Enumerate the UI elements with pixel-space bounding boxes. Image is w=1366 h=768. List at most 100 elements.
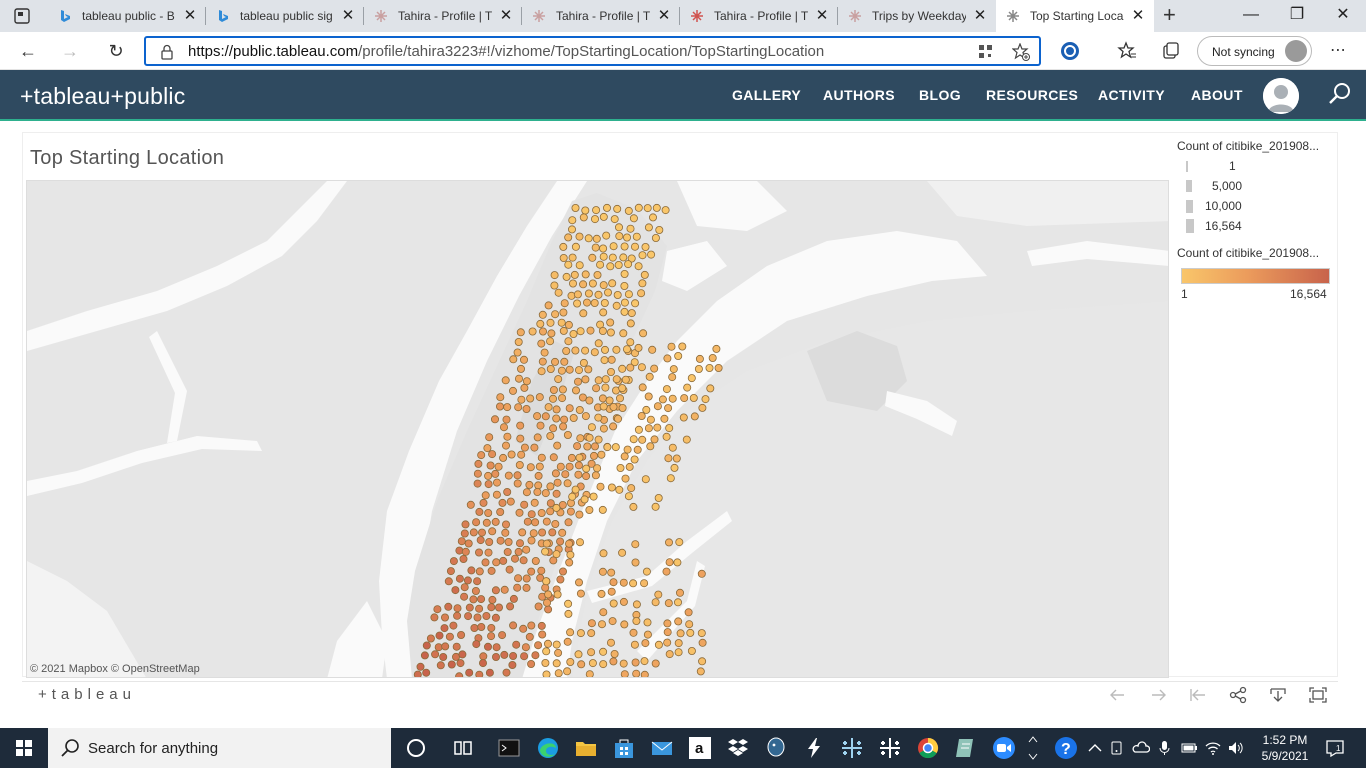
nav-resources[interactable]: RESOURCES	[986, 87, 1078, 103]
station-marker[interactable]	[505, 565, 514, 574]
station-marker[interactable]	[473, 577, 482, 586]
station-marker[interactable]	[650, 435, 659, 444]
station-marker[interactable]	[640, 657, 649, 666]
station-marker[interactable]	[568, 253, 577, 262]
station-marker[interactable]	[615, 232, 624, 241]
station-marker[interactable]	[643, 630, 652, 639]
station-marker[interactable]	[629, 502, 638, 511]
station-marker[interactable]	[594, 339, 603, 348]
browser-tab[interactable]: Trips by Weekday ✕	[838, 0, 996, 32]
station-marker[interactable]	[542, 577, 551, 586]
station-marker[interactable]	[465, 668, 474, 677]
station-marker[interactable]	[506, 602, 515, 611]
station-marker[interactable]	[687, 374, 696, 383]
station-marker[interactable]	[576, 589, 585, 598]
tab-actions-icon[interactable]	[14, 8, 30, 24]
station-marker[interactable]	[575, 366, 584, 375]
station-marker[interactable]	[562, 346, 571, 355]
station-marker[interactable]	[538, 310, 547, 319]
station-marker[interactable]	[674, 598, 683, 607]
terminal-icon[interactable]	[497, 736, 521, 760]
station-marker[interactable]	[605, 396, 614, 405]
notifications-icon[interactable]: 1	[1325, 738, 1345, 758]
station-marker[interactable]	[665, 558, 674, 567]
station-marker[interactable]	[530, 443, 539, 452]
station-marker[interactable]	[554, 375, 563, 384]
station-marker[interactable]	[534, 602, 543, 611]
station-marker[interactable]	[537, 566, 546, 575]
station-marker[interactable]	[483, 642, 492, 651]
station-marker[interactable]	[460, 529, 469, 538]
station-marker[interactable]	[632, 600, 641, 609]
station-marker[interactable]	[444, 602, 453, 611]
station-marker[interactable]	[499, 453, 508, 462]
station-marker[interactable]	[416, 662, 425, 671]
refresh-button[interactable]: ↻	[105, 40, 127, 62]
station-marker[interactable]	[678, 342, 687, 351]
station-marker[interactable]	[574, 650, 583, 659]
station-marker[interactable]	[661, 206, 670, 215]
station-marker[interactable]	[477, 451, 486, 460]
station-marker[interactable]	[559, 308, 568, 317]
station-marker[interactable]	[601, 345, 610, 354]
station-marker[interactable]	[626, 363, 635, 372]
station-marker[interactable]	[581, 270, 590, 279]
station-marker[interactable]	[503, 487, 512, 496]
station-marker[interactable]	[458, 650, 467, 659]
station-marker[interactable]	[548, 528, 557, 537]
station-marker[interactable]	[556, 537, 565, 546]
station-marker[interactable]	[541, 583, 550, 592]
station-marker[interactable]	[644, 223, 653, 232]
station-marker[interactable]	[631, 540, 640, 549]
station-marker[interactable]	[672, 454, 681, 463]
station-marker[interactable]	[572, 386, 581, 395]
station-marker[interactable]	[520, 500, 529, 509]
station-marker[interactable]	[584, 365, 593, 374]
close-tab-icon[interactable]: ✕	[1130, 8, 1146, 24]
station-marker[interactable]	[541, 658, 550, 667]
station-marker[interactable]	[491, 586, 500, 595]
station-marker[interactable]	[566, 657, 575, 666]
station-marker[interactable]	[564, 260, 573, 269]
postgres-icon[interactable]	[764, 736, 788, 760]
station-marker[interactable]	[568, 492, 577, 501]
station-marker[interactable]	[599, 402, 608, 411]
dropbox-icon[interactable]	[726, 736, 750, 760]
station-marker[interactable]	[564, 337, 573, 346]
station-marker[interactable]	[663, 628, 672, 637]
station-marker[interactable]	[579, 309, 588, 318]
station-marker[interactable]	[560, 299, 569, 308]
station-marker[interactable]	[663, 619, 672, 628]
station-marker[interactable]	[651, 234, 660, 243]
station-marker[interactable]	[651, 598, 660, 607]
taskbar-search-box[interactable]: Search for anything	[48, 728, 391, 768]
station-marker[interactable]	[534, 471, 543, 480]
station-marker[interactable]	[484, 471, 493, 480]
station-marker[interactable]	[632, 616, 641, 625]
station-marker[interactable]	[554, 288, 563, 297]
station-marker[interactable]	[607, 638, 616, 647]
station-marker[interactable]	[594, 413, 603, 422]
station-marker[interactable]	[584, 289, 593, 298]
station-marker[interactable]	[485, 537, 494, 546]
station-marker[interactable]	[456, 659, 465, 668]
station-marker[interactable]	[631, 658, 640, 667]
station-marker[interactable]	[531, 556, 540, 565]
station-marker[interactable]	[514, 337, 523, 346]
tableau-app-icon[interactable]	[840, 736, 864, 760]
restore-button[interactable]: ❐	[1274, 0, 1320, 32]
station-marker[interactable]	[433, 605, 442, 614]
station-marker[interactable]	[668, 443, 677, 452]
station-marker[interactable]	[494, 462, 503, 471]
station-marker[interactable]	[565, 365, 574, 374]
station-marker[interactable]	[641, 639, 650, 648]
station-marker[interactable]	[516, 364, 525, 373]
station-marker[interactable]	[610, 649, 619, 658]
station-marker[interactable]	[440, 613, 449, 622]
station-marker[interactable]	[625, 462, 634, 471]
user-avatar[interactable]	[1263, 78, 1299, 114]
station-marker[interactable]	[455, 574, 464, 583]
redo-icon[interactable]	[1148, 686, 1168, 704]
station-marker[interactable]	[565, 462, 574, 471]
station-marker[interactable]	[550, 281, 559, 290]
